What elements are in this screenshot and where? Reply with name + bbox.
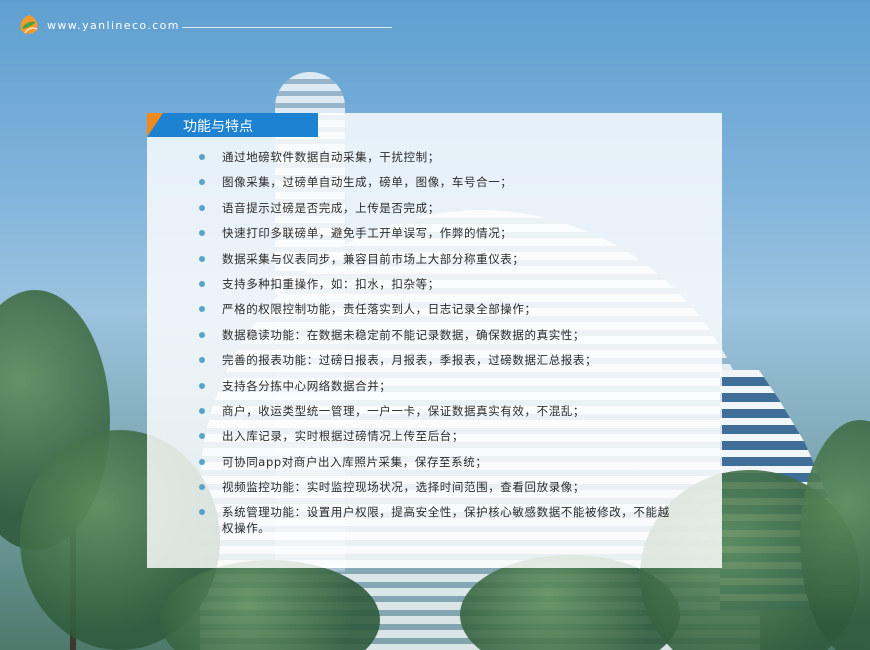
bullet-icon [199,306,205,313]
feature-text: 通过地磅软件数据自动采集，干扰控制； [222,150,440,164]
bullet-icon [199,509,205,516]
feature-text: 图像采集，过磅单自动生成，磅单，图像，车号合一； [222,175,513,190]
feature-text: 完善的报表功能：过磅日报表，月报表，季报表，过磅数据汇总报表； [222,353,598,368]
feature-text: 数据采集与仪表同步，兼容目前市场上大部分称重仪表； [222,251,525,266]
list-item: 严格的权限控制功能，责任落实到人，日志记录全部操作； [199,301,677,326]
list-item: 数据稳读功能：在数据未稳定前不能记录数据，确保数据的真实性； [199,327,677,352]
feature-text: 支持各分拣中心网络数据合并； [222,378,392,393]
bullet-icon [199,357,205,364]
bullet-icon [199,458,205,465]
bullet-icon [199,230,205,237]
feature-text: 支持多种扣重操作，如：扣水，扣杂等； [222,276,440,291]
feature-text: 严格的权限控制功能，责任落实到人，日志记录全部操作； [222,302,537,317]
company-logo-icon [20,15,38,34]
bullet-icon [199,407,205,414]
feature-text: 快速打印多联磅单，避免手工开单误写，作弊的情况； [222,226,513,241]
feature-text: 数据稳读功能：在数据未稳定前不能记录数据，确保数据的真实性； [222,327,585,342]
website-url[interactable]: www.yanlineco.com [47,19,180,32]
bullet-icon [199,255,205,262]
list-item: 完善的报表功能：过磅日报表，月报表，季报表，过磅数据汇总报表； [199,352,677,377]
list-item: 可协同app对商户出入库照片采集，保存至系统； [199,454,677,479]
feature-list: 通过地磅软件数据自动采集，干扰控制； 图像采集，过磅单自动生成，磅单，图像，车号… [199,149,677,536]
panel-title-tab: 功能与特点 [147,113,318,137]
feature-text: 商户，收运类型统一管理，一户一卡，保证数据真实有效，不混乱； [222,403,585,418]
list-item: 商户，收运类型统一管理，一户一卡，保证数据真实有效，不混乱； [199,403,677,428]
header-divider [182,27,392,28]
list-item: 系统管理功能：设置用户权限，提高安全性，保护核心敏感数据不能被修改，不能越权操作… [199,504,677,536]
bullet-icon [199,154,205,160]
list-item: 出入库记录，实时根据过磅情况上传至后台； [199,428,677,453]
features-panel: 功能与特点 通过地磅软件数据自动采集，干扰控制； 图像采集，过磅单自动生成，磅单… [147,113,722,568]
bullet-icon [199,382,205,389]
bullet-icon [199,204,205,211]
bullet-icon [199,433,205,440]
list-item: 通过地磅软件数据自动采集，干扰控制； [199,149,677,174]
list-item: 支持多种扣重操作，如：扣水，扣杂等； [199,276,677,301]
list-item: 视频监控功能：实时监控现场状况，选择时间范围，查看回放录像； [199,479,677,504]
panel-title: 功能与特点 [183,119,253,135]
feature-text: 系统管理功能：设置用户权限，提高安全性，保护核心敏感数据不能被修改，不能越权操作… [222,505,670,536]
bullet-icon [199,484,205,491]
bullet-icon [199,179,205,186]
feature-text: 语音提示过磅是否完成，上传是否完成； [222,200,440,215]
feature-text: 视频监控功能：实时监控现场状况，选择时间范围，查看回放录像； [222,480,585,495]
list-item: 支持各分拣中心网络数据合并； [199,378,677,403]
list-item: 数据采集与仪表同步，兼容目前市场上大部分称重仪表； [199,251,677,276]
feature-text: 出入库记录，实时根据过磅情况上传至后台； [222,429,464,444]
list-item: 快速打印多联磅单，避免手工开单误写，作弊的情况； [199,225,677,250]
list-item: 图像采集，过磅单自动生成，磅单，图像，车号合一； [199,174,677,199]
bullet-icon [199,331,205,338]
feature-text: 可协同app对商户出入库照片采集，保存至系统； [222,454,488,469]
tab-corner-accent [147,113,163,137]
list-item: 语音提示过磅是否完成，上传是否完成； [199,200,677,225]
bullet-icon [199,280,205,287]
